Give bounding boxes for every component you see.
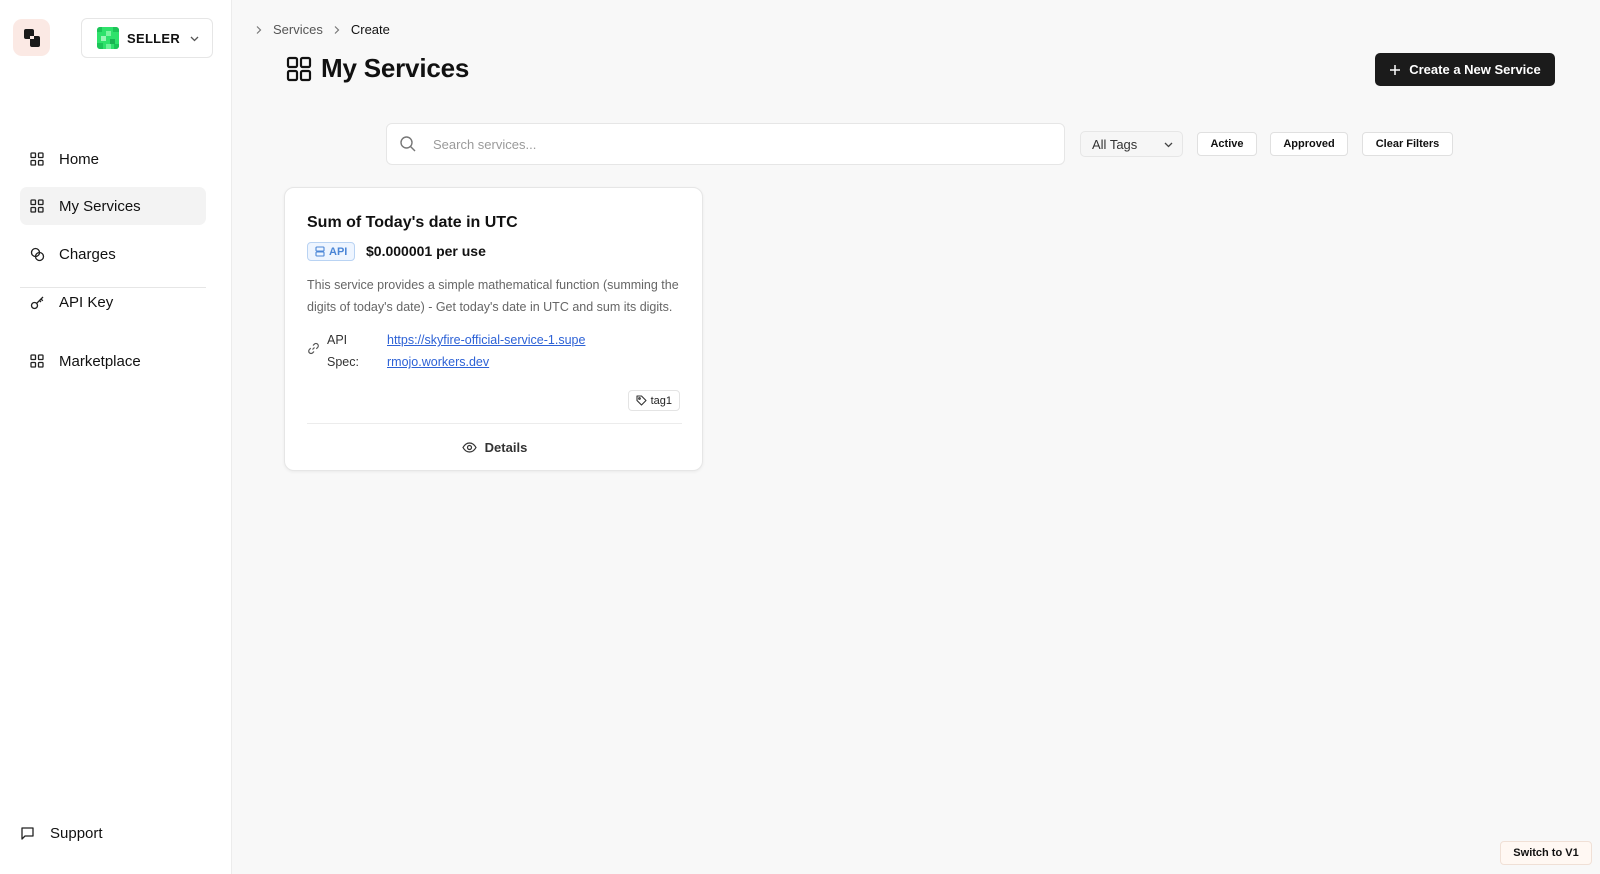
active-filter-button[interactable]: Active	[1197, 132, 1257, 156]
sidebar-item-my-services[interactable]: My Services	[20, 187, 206, 225]
sidebar-item-charges[interactable]: Charges	[20, 235, 206, 273]
tags-select[interactable]: All Tags	[1080, 131, 1183, 157]
create-service-button[interactable]: Create a New Service	[1375, 53, 1555, 86]
breadcrumb-services[interactable]: Services	[273, 22, 323, 37]
breadcrumb-create: Create	[350, 22, 390, 37]
breadcrumb: Services Create	[255, 22, 390, 37]
create-service-label: Create a New Service	[1409, 62, 1541, 77]
sidebar-item-api-key[interactable]: API Key	[20, 283, 206, 321]
eye-icon	[461, 441, 477, 453]
sidebar-item-label: Charges	[59, 245, 116, 263]
sidebar-item-label: My Services	[59, 197, 141, 215]
sidebar-item-label: API Key	[59, 293, 114, 311]
service-type-label: API	[329, 245, 348, 258]
grid-icon	[29, 198, 45, 214]
api-spec-link[interactable]: https://skyfire-official-service-1.super…	[387, 329, 587, 373]
page-title: My Services	[321, 53, 470, 83]
role-label: SELLER	[127, 30, 181, 46]
message-icon	[20, 826, 36, 842]
support-link[interactable]: Support	[20, 825, 103, 842]
sidebar-item-home[interactable]: Home	[20, 140, 206, 178]
search-input[interactable]	[433, 136, 1033, 152]
api-spec-row: API Spec: https://skyfire-official-servi…	[307, 329, 682, 375]
service-tag-label: tag1	[650, 394, 672, 407]
approved-filter-button[interactable]: Approved	[1270, 132, 1348, 156]
switch-to-v1-button[interactable]: Switch to V1	[1500, 841, 1592, 865]
sidebar-item-marketplace[interactable]: Marketplace	[20, 342, 206, 380]
coins-icon	[29, 246, 45, 262]
service-card: Sum of Today's date in UTC API $0.000001…	[284, 187, 703, 471]
service-type-badge: API	[307, 242, 356, 261]
sidebar-item-label: Home	[59, 150, 100, 168]
search-box	[386, 123, 1065, 165]
server-icon	[315, 246, 325, 257]
nav-divider	[20, 287, 206, 288]
grid-icon	[29, 353, 45, 369]
chevron-right-icon	[333, 25, 341, 35]
page-header: My Services	[286, 53, 469, 84]
link-icon	[307, 342, 320, 355]
avatar	[97, 27, 119, 49]
plus-icon	[1389, 64, 1401, 76]
service-tag: tag1	[627, 390, 680, 411]
service-description: This service provides a simple mathemati…	[307, 278, 679, 314]
app-logo[interactable]	[13, 19, 50, 56]
service-title: Sum of Today's date in UTC	[307, 214, 518, 231]
key-icon	[29, 294, 45, 310]
tag-icon	[636, 395, 647, 406]
support-label: Support	[50, 825, 103, 842]
logo-icon	[23, 28, 40, 47]
tags-select-value: All Tags	[1092, 136, 1138, 152]
sidebar: SELLER Home My Services Charges API Key …	[0, 0, 232, 874]
chevron-down-icon	[1163, 139, 1174, 150]
chevron-down-icon	[189, 33, 200, 44]
grid-icon	[29, 151, 45, 167]
grid-icon	[286, 56, 312, 82]
api-spec-label: API Spec:	[327, 333, 359, 369]
chevron-right-icon	[255, 25, 263, 35]
details-button[interactable]: Details	[285, 424, 704, 470]
sidebar-item-label: Marketplace	[59, 352, 141, 370]
role-switcher[interactable]: SELLER	[81, 18, 213, 58]
search-icon	[399, 135, 417, 153]
service-price: $0.000001 per use	[366, 243, 486, 259]
clear-filters-button[interactable]: Clear Filters	[1362, 132, 1453, 156]
details-label: Details	[484, 439, 528, 455]
